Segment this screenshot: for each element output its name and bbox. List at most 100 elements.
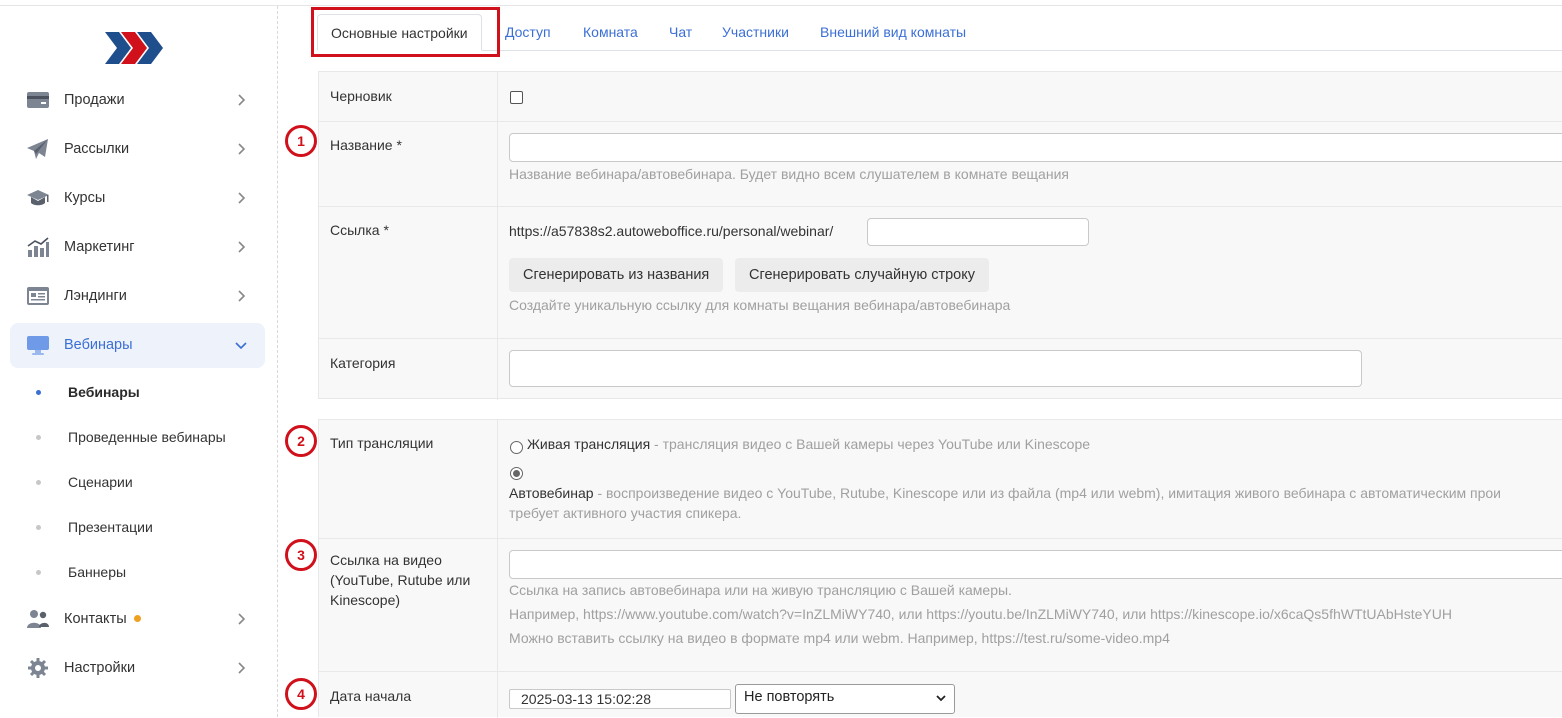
link-label: Ссылка * <box>330 222 389 238</box>
broadcast-type-label: Тип трансляции <box>330 435 434 451</box>
link-hint: Создайте уникальную ссылку для комнаты в… <box>509 297 1011 313</box>
link-prefix: https://a57838s2.autoweboffice.ru/person… <box>509 223 834 239</box>
name-hint: Название вебинара/автовебинара. Будет ви… <box>509 166 1069 182</box>
row-video-link: Ссылка на видео (YouTube, Rutube или Kin… <box>319 539 1562 672</box>
sidebar-item-label: Маркетинг <box>64 239 135 255</box>
sidebar-item-label: Курсы <box>64 190 106 206</box>
sidebar-item-marketing[interactable]: Маркетинг <box>10 225 265 270</box>
video-hint-1: Ссылка на запись автовебинара или на жив… <box>509 582 1012 598</box>
name-input[interactable] <box>509 133 1562 162</box>
autowebinar-desc-line2: требует активного участия спикера. <box>509 505 742 521</box>
sidebar-item-label: Контакты <box>64 611 141 627</box>
annotation-marker-4: 4 <box>285 678 317 710</box>
category-select[interactable] <box>509 350 1362 387</box>
repeat-select[interactable]: Не повторять <box>735 684 955 714</box>
start-date-input[interactable]: 2025-03-13 15:02:28 <box>509 689 731 709</box>
tab-room-appearance[interactable]: Внешний вид комнаты <box>820 14 966 51</box>
users-icon <box>27 610 49 628</box>
bullet-icon <box>36 524 41 530</box>
video-link-value-cell: Ссылка на запись автовебинара или на жив… <box>497 539 1562 671</box>
autowebinar-radio[interactable] <box>510 467 523 480</box>
paper-plane-icon <box>27 139 48 159</box>
chevron-right-icon <box>238 241 246 253</box>
start-date-label: Дата начала <box>330 688 412 704</box>
bullet-icon <box>36 434 41 440</box>
settings-panel-main: Черновик Название * Название вебинара/ав… <box>318 71 1562 400</box>
sidebar-subitem-label: Баннеры <box>68 564 127 580</box>
tab-basic-settings[interactable]: Основные настройки <box>317 14 482 51</box>
sidebar-item-label: Продажи <box>64 92 125 108</box>
chevron-right-icon <box>238 143 246 155</box>
sidebar-item-settings[interactable]: Настройки <box>10 646 265 691</box>
video-hint-2: Например, https://www.youtube.com/watch?… <box>509 606 1452 622</box>
generate-from-name-button[interactable]: Сгенерировать из названия <box>509 258 724 292</box>
sidebar-item-sales[interactable]: Продажи <box>10 78 265 123</box>
broadcast-type-value-cell: Живая трансляция - трансляция видео с Ва… <box>497 420 1562 538</box>
draft-checkbox[interactable] <box>510 91 523 104</box>
category-label: Категория <box>330 355 396 371</box>
generate-random-button[interactable]: Сгенерировать случайную строку <box>735 258 989 292</box>
monitor-icon <box>27 336 49 355</box>
autowebinar-option: Автовебинар - воспроизведение видео с Yo… <box>509 485 1502 501</box>
sidebar-item-label: Настройки <box>64 660 136 676</box>
row-link: Ссылка * https://a57838s2.autoweboffice.… <box>319 207 1562 339</box>
tab-access[interactable]: Доступ <box>505 14 551 51</box>
row-draft: Черновик <box>319 72 1562 122</box>
sidebar-item-courses[interactable]: Курсы <box>10 176 265 221</box>
video-link-input[interactable] <box>509 550 1562 579</box>
row-start-date: Дата начала 2025-03-13 15:02:28 Не повто… <box>319 672 1562 718</box>
sidebar-subitem-presentations[interactable]: Презентации <box>30 516 153 538</box>
main-content: Основные настройки Доступ Комната Чат Уч… <box>279 0 1562 718</box>
card-icon <box>27 92 49 108</box>
video-hint-3: Можно вставить ссылку на видео в формате… <box>509 630 1170 646</box>
gear-icon <box>28 658 48 678</box>
tab-room[interactable]: Комната <box>583 14 638 51</box>
row-name: Название * Название вебинара/автовебинар… <box>319 122 1562 207</box>
graduation-cap-icon <box>27 190 49 206</box>
sidebar: Продажи Рассылки Курсы Маркетинг Лэндинг… <box>0 6 278 717</box>
notification-dot <box>133 614 141 622</box>
link-value-cell: https://a57838s2.autoweboffice.ru/person… <box>497 207 1562 338</box>
annotation-marker-3: 3 <box>285 539 317 571</box>
logo-icon[interactable] <box>103 28 167 68</box>
live-broadcast-option: Живая трансляция - трансляция видео с Ва… <box>527 436 1091 452</box>
sidebar-subitem-label: Вебинары <box>68 384 140 400</box>
video-link-label: Ссылка на видео (YouTube, Rutube или Kin… <box>330 552 471 608</box>
sidebar-subitem-label: Проведенные вебинары <box>68 429 226 445</box>
tab-chat[interactable]: Чат <box>669 14 692 51</box>
sidebar-subitem-label: Сценарии <box>68 474 133 490</box>
tab-bar: Основные настройки Доступ Комната Чат Уч… <box>317 14 1562 51</box>
bullet-icon <box>36 389 41 395</box>
sidebar-item-landings[interactable]: Лэндинги <box>10 274 265 319</box>
sidebar-item-contacts[interactable]: Контакты <box>10 597 265 642</box>
sidebar-item-label: Лэндинги <box>64 288 127 304</box>
name-value-cell: Название вебинара/автовебинара. Будет ви… <box>497 122 1562 206</box>
bullet-icon <box>36 479 41 485</box>
chevron-right-icon <box>238 94 246 106</box>
sidebar-item-mailings[interactable]: Рассылки <box>10 127 265 172</box>
sidebar-subitem-label: Презентации <box>68 519 153 535</box>
chevron-right-icon <box>238 613 246 625</box>
tab-participants[interactable]: Участники <box>722 14 789 51</box>
row-category: Категория <box>319 339 1562 400</box>
row-broadcast-type: Тип трансляции Живая трансляция - трансл… <box>319 420 1562 539</box>
sidebar-item-webinars[interactable]: Вебинары <box>10 323 265 368</box>
live-broadcast-radio[interactable] <box>510 441 523 454</box>
sidebar-item-label: Вебинары <box>64 337 133 353</box>
chevron-right-icon <box>238 662 246 674</box>
category-value-cell <box>497 339 1562 400</box>
sidebar-subitem-banners[interactable]: Баннеры <box>30 561 126 583</box>
sidebar-subitem-scenarios[interactable]: Сценарии <box>30 471 133 493</box>
draft-label: Черновик <box>330 88 392 104</box>
link-slug-input[interactable] <box>867 218 1089 246</box>
chevron-right-icon <box>238 192 246 204</box>
sidebar-subitem-past-webinars[interactable]: Проведенные вебинары <box>30 426 226 448</box>
sidebar-subitem-webinars[interactable]: Вебинары <box>30 381 140 403</box>
chevron-down-icon <box>936 695 946 702</box>
chevron-down-icon <box>235 342 247 350</box>
landing-page-icon <box>27 287 49 305</box>
annotation-marker-1: 1 <box>285 125 317 157</box>
start-date-value-cell: 2025-03-13 15:02:28 Не повторять <box>497 672 1562 718</box>
bullet-icon <box>36 569 41 575</box>
bar-chart-icon <box>27 237 49 257</box>
